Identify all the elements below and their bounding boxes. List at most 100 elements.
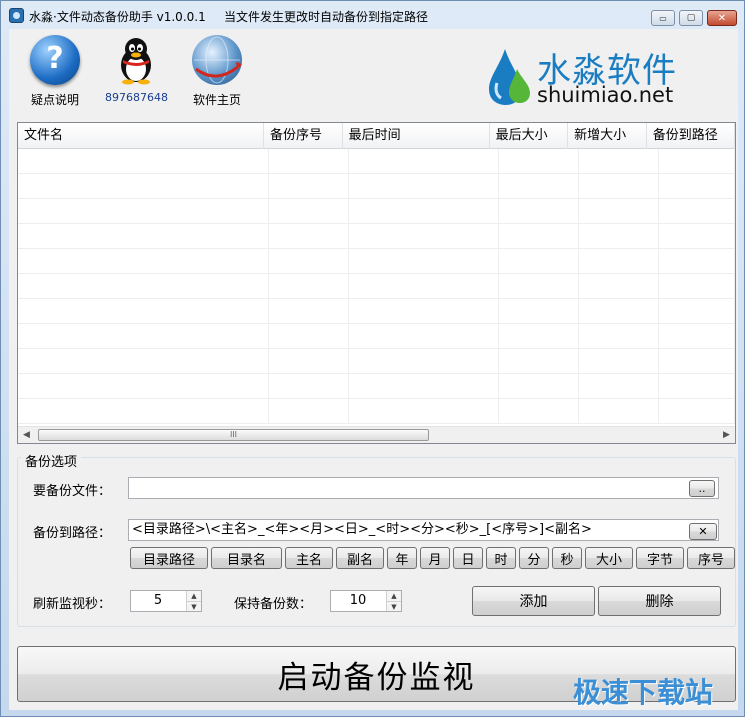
table-row[interactable] <box>18 374 735 399</box>
qq-number-label: 897687648 <box>105 91 168 104</box>
table-cell <box>269 274 349 299</box>
add-button[interactable]: 添加 <box>472 586 595 616</box>
path-token-button[interactable]: 日 <box>453 547 483 569</box>
path-token-button[interactable]: 目录名 <box>211 547 282 569</box>
qq-tool[interactable]: 897687648 <box>105 35 168 104</box>
table-cell <box>269 299 349 324</box>
table-cell <box>499 224 579 249</box>
window-subtitle: 当文件发生更改时自动备份到指定路径 <box>224 10 429 24</box>
backup-path-input[interactable]: <目录路径>\<主名>_<年><月><日>_<时><分><秒>_[<序号>]<副… <box>128 519 719 541</box>
table-cell <box>579 274 659 299</box>
table-cell <box>579 199 659 224</box>
table-cell <box>659 249 735 274</box>
close-button[interactable]: ✕ <box>707 10 737 26</box>
refresh-seconds-stepper[interactable]: 5 ▲ ▼ <box>130 590 202 612</box>
table-cell <box>349 349 499 374</box>
table-cell <box>499 374 579 399</box>
refresh-seconds-label: 刷新监视秒： <box>33 597 112 612</box>
minimize-icon: ▭ <box>659 13 667 23</box>
maximize-button[interactable]: ▢ <box>679 10 703 26</box>
path-token-button[interactable]: 秒 <box>552 547 582 569</box>
horizontal-scrollbar[interactable]: ◀ III ▶ <box>18 426 735 443</box>
table-cell <box>269 224 349 249</box>
column-header-last-time[interactable]: 最后时间 <box>343 123 490 149</box>
backup-options-title: 备份选项 <box>21 451 82 470</box>
spin-up-icon[interactable]: ▲ <box>186 591 201 601</box>
table-cell <box>349 324 499 349</box>
table-row[interactable] <box>18 224 735 249</box>
table-cell <box>659 324 735 349</box>
table-cell <box>579 224 659 249</box>
path-token-button[interactable]: 副名 <box>336 547 384 569</box>
table-row[interactable] <box>18 399 735 424</box>
browse-button[interactable]: .. <box>689 480 715 497</box>
source-file-input[interactable] <box>128 477 719 499</box>
spin-down-icon[interactable]: ▼ <box>386 601 401 611</box>
water-drop-icon <box>489 49 530 105</box>
clear-x-icon: ✕ <box>698 525 708 538</box>
column-header-backup-path[interactable]: 备份到路径 <box>647 123 735 149</box>
table-row[interactable] <box>18 299 735 324</box>
table-cell <box>659 399 735 424</box>
refresh-seconds-value[interactable]: 5 <box>131 591 185 611</box>
table-row[interactable] <box>18 274 735 299</box>
keep-backups-value[interactable]: 10 <box>331 591 385 611</box>
clear-path-button[interactable]: ✕ <box>689 523 717 540</box>
help-tool[interactable]: ? 疑点说明 <box>25 35 85 108</box>
source-file-label: 要备份文件： <box>33 484 112 499</box>
path-token-button[interactable]: 目录路径 <box>130 547 208 569</box>
table-cell <box>659 199 735 224</box>
table-cell <box>18 199 269 224</box>
app-icon <box>9 8 24 23</box>
brand-url: shuimiao.net <box>537 83 674 107</box>
column-header-filename[interactable]: 文件名 <box>18 123 265 149</box>
keep-backups-stepper[interactable]: 10 ▲ ▼ <box>330 590 402 612</box>
column-header-last-size[interactable]: 最后大小 <box>490 123 569 149</box>
help-question-icon: ? <box>30 35 80 85</box>
homepage-tool[interactable]: 软件主页 <box>185 35 249 108</box>
path-token-button[interactable]: 主名 <box>285 547 333 569</box>
help-label: 疑点说明 <box>30 93 79 107</box>
delete-button[interactable]: 删除 <box>598 586 721 616</box>
path-token-button[interactable]: 年 <box>387 547 417 569</box>
table-row[interactable] <box>18 249 735 274</box>
table-cell <box>269 349 349 374</box>
table-cell <box>579 399 659 424</box>
table-cell <box>349 299 499 324</box>
table-row[interactable] <box>18 324 735 349</box>
main-window: 水淼·文件动态备份助手 v1.0.0.1 当文件发生更改时自动备份到指定路径 ▭… <box>0 0 745 717</box>
title-bar[interactable]: 水淼·文件动态备份助手 v1.0.0.1 当文件发生更改时自动备份到指定路径 ▭… <box>1 1 744 29</box>
path-token-button[interactable]: 序号 <box>687 547 735 569</box>
scrollbar-thumb[interactable]: III <box>38 429 429 441</box>
path-token-button[interactable]: 大小 <box>585 547 633 569</box>
close-icon: ✕ <box>717 12 727 24</box>
path-token-button[interactable]: 月 <box>420 547 450 569</box>
table-cell <box>349 174 499 199</box>
path-token-button[interactable]: 字节 <box>636 547 684 569</box>
table-cell <box>499 249 579 274</box>
table-cell <box>269 399 349 424</box>
table-cell <box>579 174 659 199</box>
table-cell <box>659 299 735 324</box>
spin-down-icon[interactable]: ▼ <box>186 601 201 611</box>
table-cell <box>349 399 499 424</box>
table-row[interactable] <box>18 149 735 174</box>
table-row[interactable] <box>18 199 735 224</box>
table-cell <box>659 274 735 299</box>
minimize-button[interactable]: ▭ <box>651 10 675 26</box>
table-header: 文件名 备份序号 最后时间 最后大小 新增大小 备份到路径 <box>18 123 735 149</box>
table-row[interactable] <box>18 174 735 199</box>
scroll-left-icon[interactable]: ◀ <box>18 427 35 443</box>
table-cell <box>499 299 579 324</box>
path-token-button[interactable]: 时 <box>486 547 516 569</box>
column-header-added-size[interactable]: 新增大小 <box>568 123 647 149</box>
table-row[interactable] <box>18 349 735 374</box>
backup-file-table[interactable]: 文件名 备份序号 最后时间 最后大小 新增大小 备份到路径 ◀ III ▶ <box>17 122 736 444</box>
column-header-backup-index[interactable]: 备份序号 <box>264 123 343 149</box>
path-token-button[interactable]: 分 <box>519 547 549 569</box>
scroll-right-icon[interactable]: ▶ <box>718 427 735 443</box>
spin-up-icon[interactable]: ▲ <box>386 591 401 601</box>
table-cell <box>18 249 269 274</box>
table-cell <box>269 199 349 224</box>
backup-path-label: 备份到路径： <box>33 526 112 541</box>
